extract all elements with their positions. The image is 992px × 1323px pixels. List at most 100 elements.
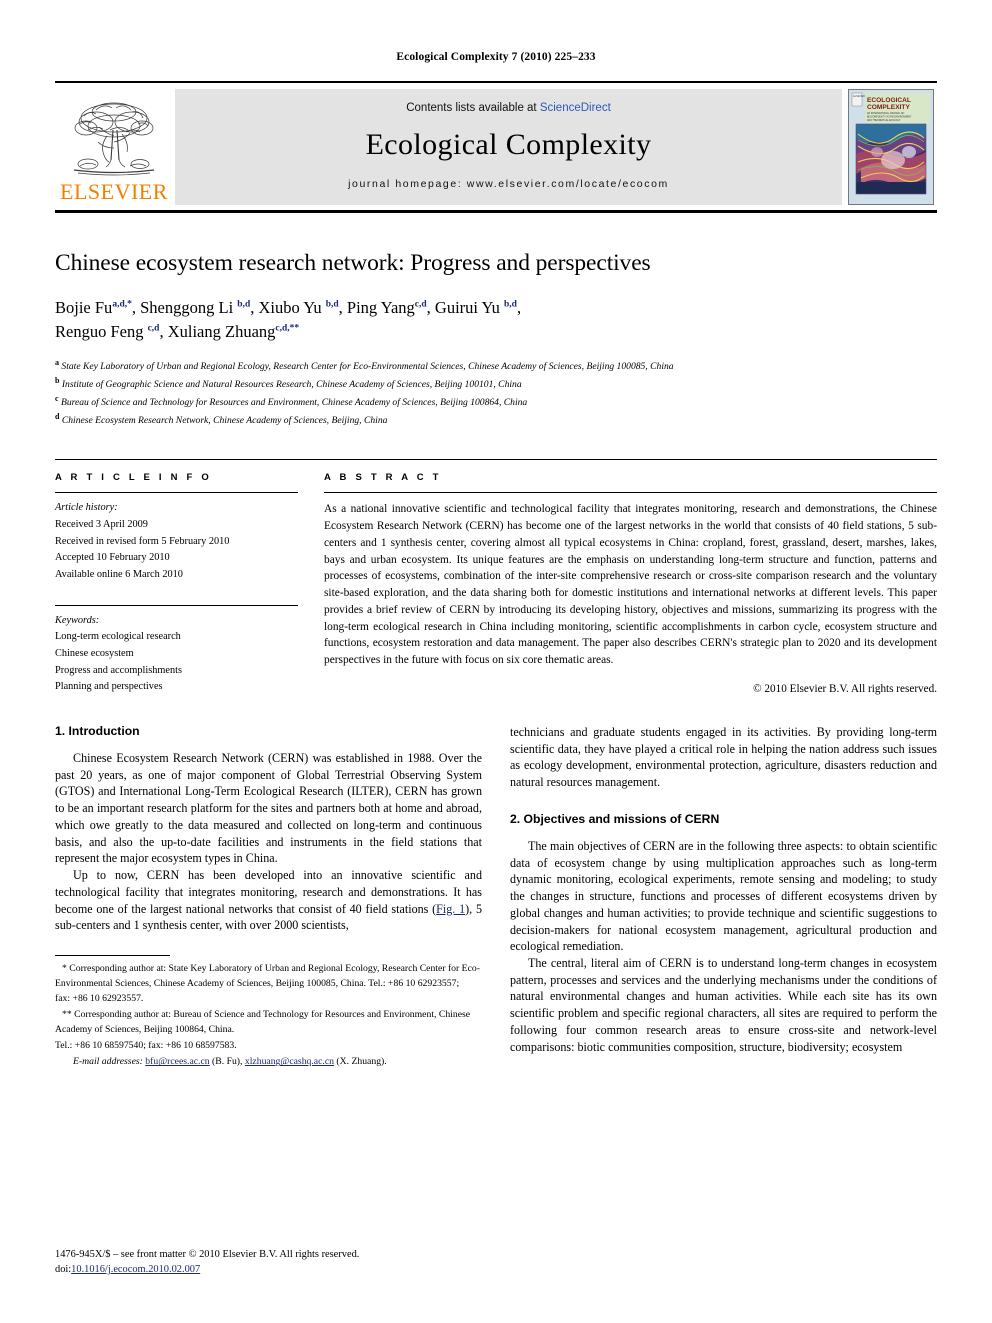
author-affil-marker: c,d bbox=[147, 323, 160, 334]
divider bbox=[55, 604, 298, 606]
history-item: Received in revised form 5 February 2010 bbox=[55, 535, 230, 547]
abstract-text: As a national innovative scientific and … bbox=[324, 503, 937, 667]
affiliation-list: a State Key Laboratory of Urban and Regi… bbox=[55, 357, 937, 429]
author: Shenggong Li b,d bbox=[140, 298, 250, 317]
keyword-item: Progress and accomplishments bbox=[55, 664, 182, 676]
author: Renguo Feng c,d bbox=[55, 322, 159, 341]
article-header: Chinese ecosystem research network: Prog… bbox=[55, 249, 937, 429]
author-name: Bojie Fu bbox=[55, 298, 113, 318]
author: Ping Yangc,d bbox=[347, 298, 427, 317]
author: Xiubo Yu b,d bbox=[258, 298, 338, 317]
contents-text: Contents lists available at bbox=[406, 102, 537, 114]
left-column: 1. Introduction Chinese Ecosystem Resear… bbox=[55, 724, 482, 1070]
affiliation-text: Institute of Geographic Science and Natu… bbox=[61, 379, 522, 391]
journal-cover-thumbnail[interactable]: ELSEVIER ECOLOGICAL COMPLEXITY AN INTERN… bbox=[844, 89, 937, 205]
doi-link[interactable]: 10.1016/j.ecocom.2010.02.007 bbox=[71, 1264, 200, 1275]
email-addresses-label: E-mail addresses: bbox=[73, 1056, 143, 1068]
email-link-xlzhuang[interactable]: xlzhuang@cashq.ac.cn bbox=[245, 1056, 334, 1067]
keywords-block: Keywords: Long-term ecological research … bbox=[55, 598, 298, 696]
svg-text:COMPLEXITY: COMPLEXITY bbox=[867, 104, 910, 111]
intro-paragraph-2-continued: technicians and graduate students engage… bbox=[510, 724, 937, 790]
objectives-paragraph-2: The central, literal aim of CERN is to u… bbox=[510, 956, 937, 1054]
keyword-item: Chinese ecosystem bbox=[55, 647, 134, 659]
author-affil-marker: c,d,** bbox=[275, 323, 300, 334]
svg-text:AN INTERNATIONAL JOURNAL ON: AN INTERNATIONAL JOURNAL ON bbox=[867, 112, 905, 115]
affiliation-text: Chinese Ecosystem Research Network, Chin… bbox=[61, 415, 388, 427]
elsevier-logo: ELSEVIER bbox=[55, 89, 173, 205]
contents-available-line: Contents lists available at ScienceDirec… bbox=[406, 102, 611, 114]
body-columns: 1. Introduction Chinese Ecosystem Resear… bbox=[55, 724, 937, 1070]
svg-text:BIOCOMPLEXITY IN THE ENVIRONME: BIOCOMPLEXITY IN THE ENVIRONMENT bbox=[867, 116, 912, 118]
cover-artwork: ELSEVIER ECOLOGICAL COMPLEXITY AN INTERN… bbox=[847, 89, 934, 205]
elsevier-tree-icon bbox=[66, 96, 162, 180]
svg-text:AND THEORETICAL ECOLOGY: AND THEORETICAL ECOLOGY bbox=[867, 119, 901, 122]
keyword-item: Planning and perspectives bbox=[55, 681, 163, 693]
affiliation-marker: b bbox=[55, 376, 60, 386]
affiliation-item: c Bureau of Science and Technology for R… bbox=[55, 393, 937, 411]
page-footer: 1476-945X/$ – see front matter © 2010 El… bbox=[55, 1247, 485, 1277]
article-info-column: A R T I C L E I N F O Article history: R… bbox=[55, 472, 298, 696]
objectives-paragraph-1: The main objectives of CERN are in the f… bbox=[510, 838, 937, 954]
section-title-objectives: 2. Objectives and missions of CERN bbox=[510, 811, 720, 826]
abstract-label: A B S T R A C T bbox=[324, 472, 442, 484]
section-title-introduction: 1. Introduction bbox=[55, 723, 140, 738]
author-affil-marker: b,d bbox=[503, 299, 517, 310]
footnote-block: * Corresponding author at: State Key Lab… bbox=[55, 950, 482, 1070]
affiliation-text: State Key Laboratory of Urban and Region… bbox=[61, 361, 674, 373]
masthead-center: Contents lists available at ScienceDirec… bbox=[175, 89, 842, 205]
abstract-column: A B S T R A C T As a national innovative… bbox=[324, 472, 937, 696]
svg-text:ELSEVIER: ELSEVIER bbox=[853, 95, 865, 98]
journal-masthead: ELSEVIER Contents lists available at Sci… bbox=[55, 81, 937, 213]
doi-line: doi:10.1016/j.ecocom.2010.02.007 bbox=[55, 1262, 485, 1277]
abstract-copyright: © 2010 Elsevier B.V. All rights reserved… bbox=[753, 682, 937, 695]
author-name: Guirui Yu bbox=[434, 298, 500, 318]
svg-text:ECOLOGICAL: ECOLOGICAL bbox=[867, 97, 911, 104]
author: Xuliang Zhuangc,d,** bbox=[168, 322, 299, 341]
affiliation-item: a State Key Laboratory of Urban and Regi… bbox=[55, 357, 937, 375]
article-history-heading: Article history: bbox=[55, 502, 118, 514]
footnote-tel-fax-2: Tel.: +86 10 68597540; fax: +86 10 68597… bbox=[55, 1039, 237, 1051]
article-history: Article history: Received 3 April 2009 R… bbox=[55, 493, 298, 583]
author-affil-marker: b,d bbox=[237, 299, 251, 310]
keyword-item: Long-term ecological research bbox=[55, 631, 181, 643]
history-item: Received 3 April 2009 bbox=[55, 518, 148, 530]
keywords-heading: Keywords: bbox=[55, 614, 100, 626]
author: Guirui Yu b,d bbox=[435, 298, 517, 317]
footnote-corresponding-author-2: ** Corresponding author at: Bureau of Sc… bbox=[55, 1009, 471, 1035]
author: Bojie Fua,d,* bbox=[55, 298, 132, 317]
footnote-corresponding-author-1: * Corresponding author at: State Key Lab… bbox=[55, 963, 480, 989]
article-info-label: A R T I C L E I N F O bbox=[55, 472, 212, 484]
history-item: Available online 6 March 2010 bbox=[55, 568, 183, 580]
sciencedirect-link[interactable]: ScienceDirect bbox=[540, 102, 611, 114]
intro-paragraph-2: Up to now, CERN has been developed into … bbox=[55, 867, 482, 934]
journal-homepage-line[interactable]: journal homepage: www.elsevier.com/locat… bbox=[348, 178, 669, 190]
intro-paragraph-1: Chinese Ecosystem Research Network (CERN… bbox=[55, 750, 482, 866]
email-link-bfu[interactable]: bfu@rcees.ac.cn bbox=[145, 1056, 209, 1067]
author-affil-marker: a,d,* bbox=[112, 299, 132, 310]
author-name: Renguo Feng bbox=[55, 322, 144, 342]
footnote-fax-1: fax: +86 10 62923557. bbox=[55, 993, 144, 1005]
figure-1-reference-link[interactable]: Fig. 1 bbox=[436, 902, 465, 916]
author-name: Shenggong Li bbox=[140, 298, 234, 318]
issn-copyright-line: 1476-945X/$ – see front matter © 2010 El… bbox=[55, 1248, 360, 1260]
author-name: Xuliang Zhuang bbox=[167, 322, 276, 342]
running-head: Ecological Complexity 7 (2010) 225–233 bbox=[396, 51, 596, 63]
email-owner-2: (X. Zhuang). bbox=[336, 1056, 387, 1068]
article-title: Chinese ecosystem research network: Prog… bbox=[55, 250, 651, 276]
author-name: Xiubo Yu bbox=[258, 298, 322, 318]
affiliation-item: d Chinese Ecosystem Research Network, Ch… bbox=[55, 411, 937, 429]
right-column: technicians and graduate students engage… bbox=[510, 724, 937, 1070]
info-abstract-block: A R T I C L E I N F O Article history: R… bbox=[55, 459, 937, 696]
footnote-divider bbox=[55, 955, 170, 957]
cover-illustration-icon: ELSEVIER ECOLOGICAL COMPLEXITY AN INTERN… bbox=[848, 90, 933, 204]
author-affil-marker: c,d bbox=[414, 299, 427, 310]
affiliation-marker: d bbox=[55, 412, 60, 422]
intro-p2-part-a: Up to now, CERN has been developed into … bbox=[55, 868, 482, 916]
email-owner-1: (B. Fu), bbox=[212, 1056, 243, 1068]
affiliation-text: Bureau of Science and Technology for Res… bbox=[60, 397, 528, 409]
affiliation-marker: a bbox=[55, 358, 59, 368]
author-list: Bojie Fua,d,*, Shenggong Li b,d, Xiubo Y… bbox=[55, 298, 522, 342]
affiliation-marker: c bbox=[55, 394, 59, 404]
elsevier-wordmark: ELSEVIER bbox=[60, 179, 168, 204]
footnote-emails: E-mail addresses: bfu@rcees.ac.cn (B. Fu… bbox=[55, 1055, 482, 1070]
